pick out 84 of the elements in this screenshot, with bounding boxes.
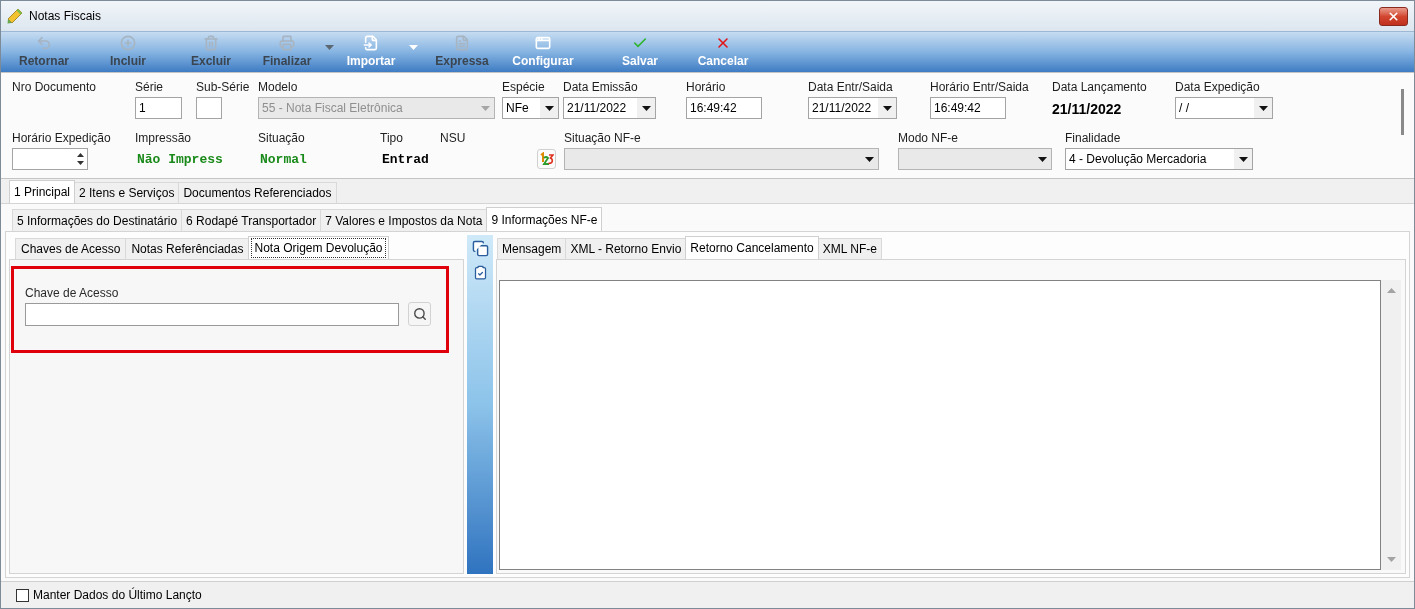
text-field[interactable]: 1: [135, 97, 182, 119]
text-field[interactable]: [196, 97, 222, 119]
field-label: Modo NF-e: [898, 130, 960, 147]
field-label: Data Entr/Saida: [808, 79, 894, 96]
document-arrow-icon: [363, 34, 379, 51]
field-label: Série: [135, 79, 164, 96]
caret-icon: [864, 156, 874, 162]
dropdown[interactable]: [898, 148, 1052, 170]
status-value: Não Impress: [136, 151, 223, 170]
status-value: Normal: [259, 151, 307, 170]
field-label: Impressão: [135, 130, 193, 147]
dropdown[interactable]: NFe: [502, 97, 559, 119]
tab[interactable]: Notas Referênciadas: [125, 238, 250, 259]
status-value: Entrad: [381, 151, 429, 170]
scrollbar[interactable]: [1381, 280, 1401, 570]
caret-icon: [641, 105, 651, 111]
caret-icon: [1037, 156, 1047, 162]
tab[interactable]: XML NF-e: [817, 238, 882, 259]
field-label: Horário Entr/Saida: [930, 79, 1030, 96]
search-button[interactable]: [408, 302, 431, 326]
checkbox-label[interactable]: Manter Dados do Último Lançto: [33, 586, 202, 604]
window-title: Notas Fiscais: [29, 8, 102, 25]
tab[interactable]: Chaves de Acesso: [15, 238, 127, 259]
tab[interactable]: Retorno Cancelamento: [685, 236, 819, 259]
printer-icon: [279, 34, 295, 51]
pencil-icon: [7, 8, 23, 24]
field-label: Situação: [258, 130, 306, 147]
field-label: Espécie: [502, 79, 546, 96]
down-arrow-icon[interactable]: [76, 161, 84, 165]
field-label: Finalidade: [1065, 130, 1122, 147]
spin-field[interactable]: [12, 148, 88, 170]
close-button[interactable]: [1379, 6, 1408, 26]
tab[interactable]: 7 Valores e Impostos da Nota: [320, 209, 488, 231]
caret-icon[interactable]: [408, 45, 418, 50]
field-label: NSU: [440, 130, 467, 147]
caret-icon: [544, 105, 554, 111]
search-icon: [412, 307, 427, 321]
tab[interactable]: Nota Origem Devolução: [248, 236, 389, 259]
caret-icon: [882, 105, 892, 111]
scroll-down-icon[interactable]: [1386, 557, 1396, 562]
dropdown[interactable]: 21/11/2022: [808, 97, 897, 119]
tab[interactable]: XML - Retorno Envio: [565, 238, 687, 259]
field-label: Data Emissão: [563, 79, 639, 96]
scroll-up-icon[interactable]: [1386, 288, 1396, 293]
up-arrow-icon[interactable]: [76, 153, 84, 157]
trash-icon: [203, 34, 219, 51]
undo-arrow-icon: [36, 34, 52, 51]
window-icon: [535, 34, 551, 51]
dropdown[interactable]: 21/11/2022: [563, 97, 656, 119]
field-label: Tipo: [380, 130, 404, 147]
field-label: Situação NF-e: [564, 130, 642, 147]
document-lines-icon: [454, 34, 470, 51]
dropdown[interactable]: 4 - Devolução Mercadoria: [1065, 148, 1253, 170]
field-label: Sub-Série: [196, 79, 251, 96]
caret-icon: [1238, 156, 1248, 162]
access-key-field[interactable]: [25, 303, 399, 326]
field-label: Horário: [686, 79, 727, 96]
caret-icon: [480, 105, 490, 111]
field-label: Horário Expedição: [12, 130, 112, 147]
field-label: Nro Documento: [12, 79, 98, 96]
text-field[interactable]: 16:49:42: [930, 97, 1006, 119]
tab[interactable]: 6 Rodapé Transportador: [181, 209, 322, 231]
field-label: Data Expedição: [1175, 79, 1261, 96]
text-field[interactable]: 16:49:42: [686, 97, 762, 119]
dropdown[interactable]: [564, 148, 879, 170]
tab[interactable]: 9 Informações NF-e: [486, 207, 603, 231]
field-label: Data Lançamento: [1052, 79, 1148, 96]
date-value: 21/11/2022: [1052, 100, 1122, 119]
tab[interactable]: 5 Informações do Destinatário: [12, 209, 183, 231]
clipboard-check-icon[interactable]: [472, 264, 488, 281]
scrollbar-thumb[interactable]: [1401, 89, 1404, 135]
tab[interactable]: Mensagem: [497, 238, 567, 259]
field-label: Modelo: [258, 79, 299, 96]
tab[interactable]: Documentos Referenciados: [178, 182, 337, 203]
checkbox[interactable]: [16, 588, 29, 602]
tab[interactable]: 2 Itens e Serviços: [74, 182, 180, 203]
caret-icon: [1258, 105, 1268, 111]
dropdown[interactable]: / /: [1175, 97, 1273, 119]
field-label: Chave de Acesso: [25, 285, 120, 302]
numbers-icon[interactable]: [537, 149, 556, 169]
close-icon: [1387, 9, 1400, 23]
copy-icon[interactable]: [470, 238, 490, 258]
tab[interactable]: 1 Principal: [9, 180, 76, 203]
plus-circle-icon: [120, 34, 136, 51]
